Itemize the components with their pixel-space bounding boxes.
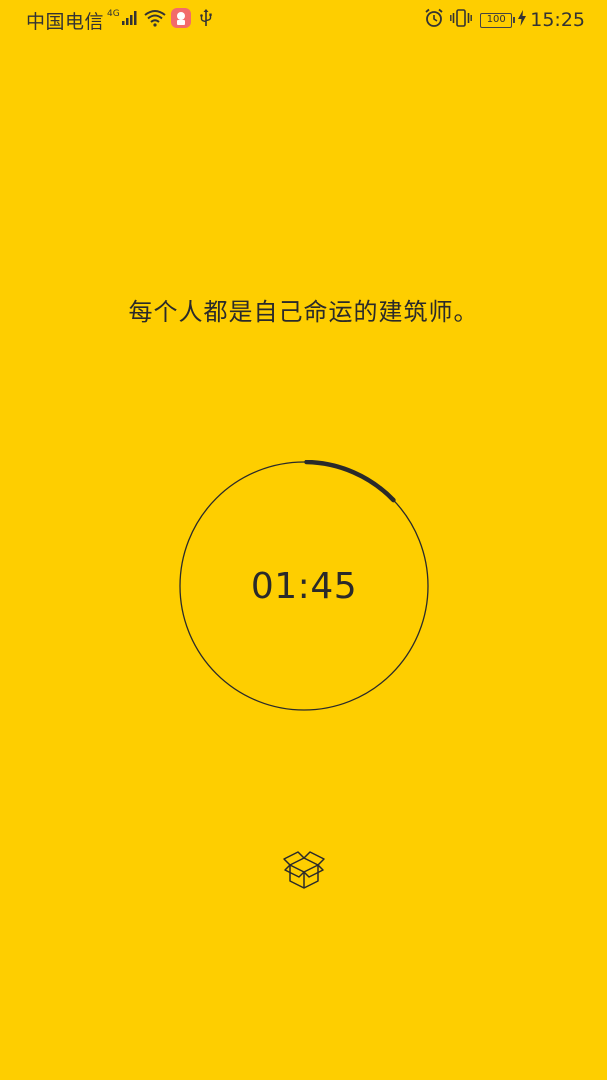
timer-screen: 中国电信 4G 100 15:25 每个人都是自己命运的建筑师。 01:45	[0, 0, 607, 1080]
box-button[interactable]	[280, 845, 328, 893]
status-bar: 中国电信 4G 100 15:25	[0, 0, 607, 40]
charging-icon	[518, 10, 527, 30]
carrier-name: 中国电信	[26, 10, 105, 33]
battery-icon: 100	[480, 12, 516, 28]
alarm-icon	[424, 8, 444, 32]
status-bar-left: 中国电信 4G	[26, 7, 212, 33]
vibrate-icon	[450, 8, 473, 32]
timer-display: 01:45	[250, 565, 358, 607]
box-icon	[283, 851, 325, 889]
signal-icon	[121, 10, 138, 30]
wifi-icon	[144, 9, 166, 31]
status-bar-right: 100 15:25	[422, 8, 585, 32]
app-notification-icon	[170, 7, 192, 33]
network-type: 4G	[107, 9, 120, 19]
countdown-timer: 01:45	[178, 460, 430, 712]
status-time: 15:25	[530, 9, 585, 31]
quote-text: 每个人都是自己命运的建筑师。	[128, 298, 479, 326]
usb-icon	[199, 9, 212, 31]
